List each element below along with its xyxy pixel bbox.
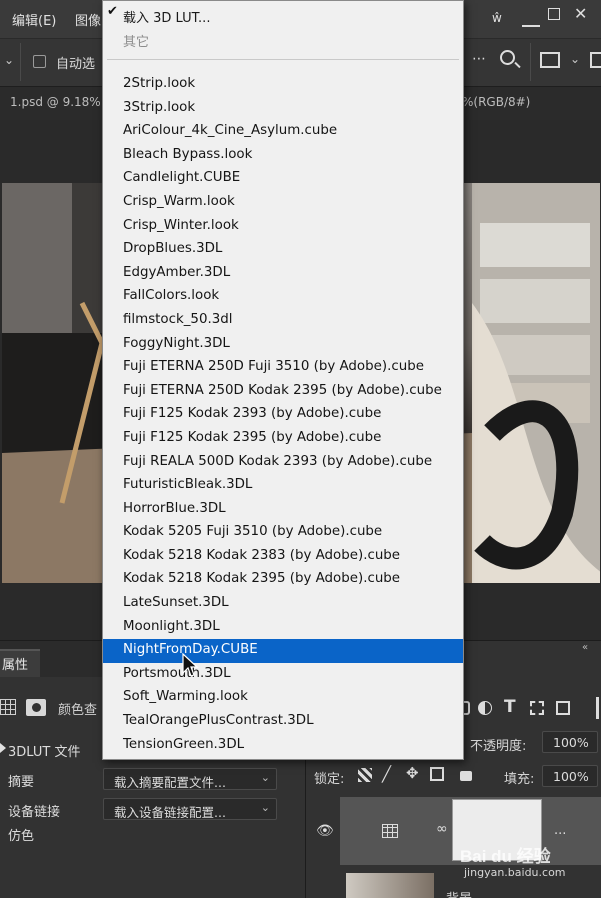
lut-item-selected[interactable]: NightFromDay.CUBE [103, 639, 463, 663]
lut-item[interactable]: filmstock_50.3dl [103, 309, 463, 333]
search-icon[interactable] [500, 50, 515, 65]
abstract-dropdown[interactable]: 载入摘要配置文件... ⌄ [103, 768, 277, 790]
tab-properties[interactable]: 属性 [0, 649, 40, 677]
divider [20, 43, 21, 81]
lut-item[interactable]: Fuji F125 Kodak 2393 (by Adobe).cube [103, 403, 463, 427]
search-icon-handle [514, 61, 521, 69]
lut-item[interactable]: FallColors.look [103, 285, 463, 309]
lock-pixels-icon[interactable]: ╱ [382, 765, 391, 783]
filter-type-icon[interactable]: T [504, 697, 516, 717]
lock-label: 锁定: [314, 772, 345, 787]
layer-thumbnail [346, 873, 434, 898]
opacity-label: 不透明度: [470, 739, 527, 754]
menu-image[interactable]: 图像 [75, 10, 101, 29]
grid-icon [382, 824, 398, 838]
lut-item[interactable]: Portsmouth.3DL [103, 663, 463, 687]
device-link-dropdown[interactable]: 载入设备链接配置... ⌄ [103, 798, 277, 820]
filter-toggle-icon[interactable] [596, 697, 599, 719]
lut-item[interactable]: Fuji REALA 500D Kodak 2393 (by Adobe).cu… [103, 451, 463, 475]
tab-document-mode[interactable]: %(RGB/8#) [462, 95, 530, 109]
chevron-down-icon: ⌄ [260, 771, 270, 784]
adjustment-title: 颜色查 [58, 703, 98, 718]
filter-shape-icon[interactable] [530, 701, 544, 715]
collapse-icon[interactable]: « [582, 642, 588, 653]
lut-item[interactable]: TensionGreen.3DL [103, 734, 463, 758]
lut-item[interactable]: Fuji ETERNA 250D Fuji 3510 (by Adobe).cu… [103, 356, 463, 380]
lut-item[interactable]: Moonlight.3DL [103, 616, 463, 640]
watermark-url: jingyan.baidu.com [464, 866, 566, 879]
lut-item[interactable]: LateSunset.3DL [103, 592, 463, 616]
divider [530, 43, 531, 81]
lut-item[interactable]: Candlelight.CUBE [103, 167, 463, 191]
workspace-icon[interactable] [540, 52, 560, 68]
share-icon[interactable] [590, 52, 601, 68]
fill-input[interactable]: 100% [542, 765, 598, 787]
lut-item[interactable]: Fuji ETERNA 250D Kodak 2395 (by Adobe).c… [103, 380, 463, 404]
lut-item[interactable]: Bleach Bypass.look [103, 144, 463, 168]
abstract-label: 摘要 [8, 775, 35, 790]
cursor-icon [182, 653, 199, 677]
layer-name[interactable]: 背景 [446, 888, 472, 898]
watermark-logo: Bai du 经验 [460, 847, 551, 866]
menu-separator [107, 59, 459, 60]
auto-select-label: 自动选 [56, 57, 96, 72]
auto-select-checkbox[interactable] [33, 55, 46, 68]
dither-label: 仿色 [8, 829, 35, 844]
filter-smart-object-icon[interactable] [556, 701, 570, 715]
fill-label: 填充: [504, 772, 535, 787]
more-icon[interactable]: ⋯ [472, 51, 486, 67]
lut-item[interactable]: Soft_Warming.look [103, 686, 463, 710]
lut-item[interactable]: 2Strip.look [103, 73, 463, 97]
chevron-down-icon[interactable]: ⌄ [570, 52, 580, 66]
lut-item[interactable]: Fuji F125 Kodak 2395 (by Adobe).cube [103, 427, 463, 451]
link-icon[interactable]: ∞ [436, 821, 448, 837]
opacity-input[interactable]: 100% [542, 731, 598, 753]
mask-icon-dot [32, 703, 41, 712]
tab-document[interactable]: 1.psd @ 9.18% [10, 95, 101, 109]
grid-icon[interactable] [0, 699, 16, 715]
lut-dropdown-menu[interactable]: ✔ 载入 3D LUT... 其它 2Strip.look 3Strip.look… [102, 0, 464, 760]
lut-item[interactable]: TealOrangePlusContrast.3DL [103, 710, 463, 734]
device-link-label: 设备链接 [8, 805, 61, 820]
load-3d-lut-item[interactable]: 载入 3D LUT... [103, 3, 463, 26]
lock-transparent-icon[interactable] [358, 768, 372, 782]
lut-item[interactable]: 3Strip.look [103, 97, 463, 121]
lut-item[interactable]: Kodak 5205 Fuji 3510 (by Adobe).cube [103, 521, 463, 545]
layer-more[interactable]: ... [554, 823, 566, 838]
visibility-icon[interactable]: 👁 [316, 823, 334, 839]
lut-item[interactable]: DropBlues.3DL [103, 238, 463, 262]
lock-position-icon[interactable]: ✥ [406, 764, 419, 782]
lock-artboard-icon[interactable] [430, 767, 444, 781]
lut-item[interactable]: Crisp_Warm.look [103, 191, 463, 215]
menu-overflow[interactable]: ŵ [492, 11, 502, 25]
lut-item[interactable]: FoggyNight.3DL [103, 333, 463, 357]
lut-item[interactable]: EdgyAmber.3DL [103, 262, 463, 286]
radio-icon[interactable] [0, 743, 6, 753]
lut-item[interactable]: FuturisticBleak.3DL [103, 474, 463, 498]
lut-item[interactable]: HorrorBlue.3DL [103, 498, 463, 522]
menu-edit[interactable]: 编辑(E) [12, 10, 56, 29]
lut-item[interactable]: AriColour_4k_Cine_Asylum.cube [103, 120, 463, 144]
lut-item[interactable]: Crisp_Winter.look [103, 215, 463, 239]
other-section-label: 其它 [123, 35, 150, 50]
lut-item[interactable]: Kodak 5218 Kodak 2383 (by Adobe).cube [103, 545, 463, 569]
watermark: Bai du 经验 jingyan.baidu.com [460, 842, 600, 884]
close-icon[interactable]: ✕ [574, 4, 587, 23]
restore-icon[interactable] [548, 8, 560, 20]
lut-list: 2Strip.look 3Strip.look AriColour_4k_Cine_… [103, 73, 463, 757]
filter-adjustment-icon[interactable] [478, 701, 492, 715]
lut-file-label: 3DLUT 文件 [8, 745, 81, 760]
lock-all-icon[interactable] [460, 771, 472, 781]
minimize-icon[interactable] [522, 9, 540, 27]
chevron-down-icon: ⌄ [260, 801, 270, 814]
lut-item[interactable]: Kodak 5218 Kodak 2395 (by Adobe).cube [103, 568, 463, 592]
chevron-down-icon[interactable]: ⌄ [4, 53, 14, 67]
